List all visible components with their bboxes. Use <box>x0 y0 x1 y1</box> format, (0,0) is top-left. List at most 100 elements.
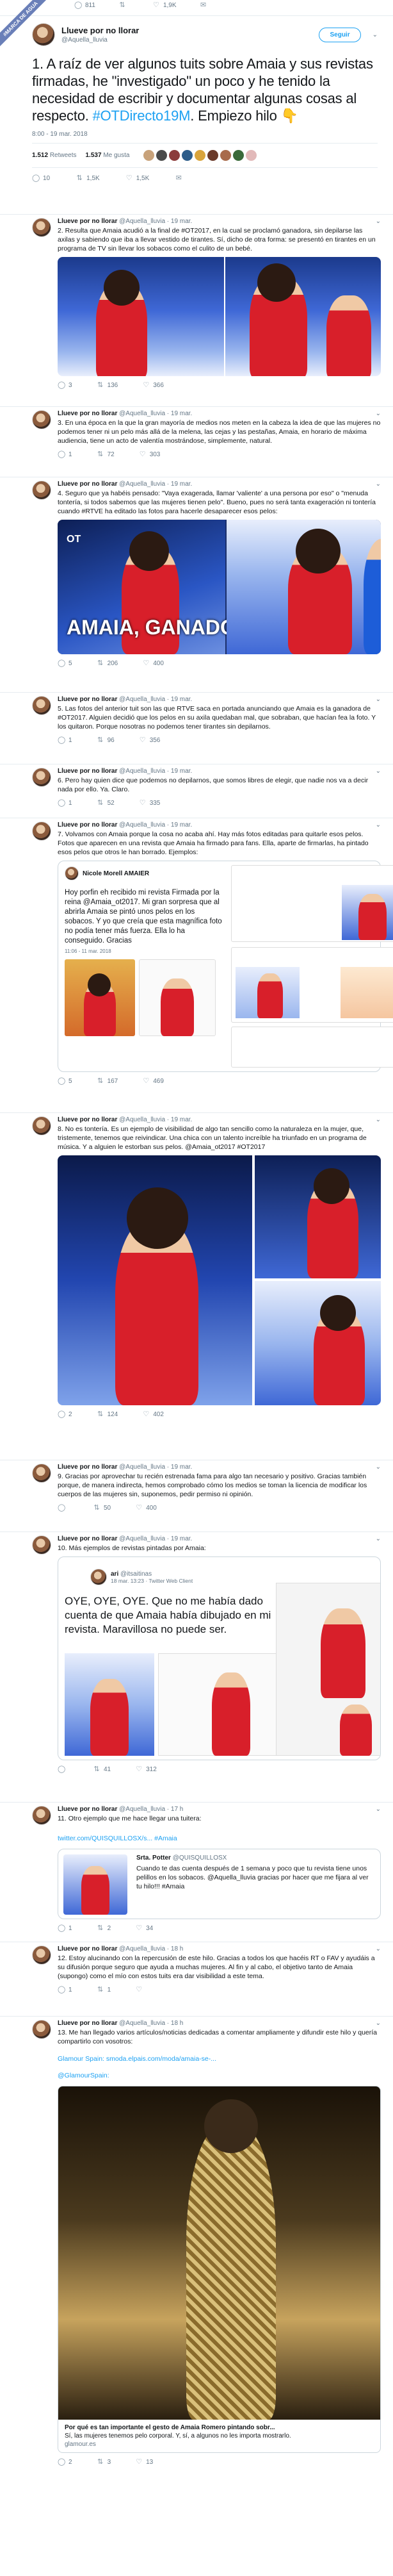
like-button[interactable]: ♡ 1,9K <box>152 1 177 9</box>
chevron-down-icon[interactable]: ⌄ <box>376 768 381 775</box>
quoted-tweet[interactable]: Srta. Potter @QUISQUILLOSX Cuando te das… <box>58 1849 381 1919</box>
tweet-text: 3. En una época en la que la gran mayorí… <box>58 419 381 445</box>
liker-avatars[interactable] <box>143 150 257 161</box>
retweet-button[interactable]: ⇅ 136 <box>97 381 118 389</box>
thread-tweet: Llueve por no llorar @Aquella_lluvia · 1… <box>32 1945 381 1994</box>
retweet-button[interactable]: ⇅ 124 <box>97 1410 118 1418</box>
reply-button[interactable]: ◯ 2 <box>58 2458 72 2466</box>
chevron-down-icon[interactable]: ⌄ <box>376 481 381 488</box>
retweet-button[interactable]: ⇅ 1,5K <box>76 174 100 182</box>
retweet-button[interactable]: ⇅ 52 <box>97 799 115 807</box>
link-card[interactable]: Por qué es tan importante el gesto de Am… <box>58 2086 381 2453</box>
heart-icon: ♡ <box>143 1410 150 1418</box>
like-button[interactable]: ♡ 402 <box>142 1410 164 1418</box>
avatar[interactable] <box>32 1535 51 1555</box>
retweet-button[interactable]: ⇅ 2 <box>97 1924 111 1932</box>
tweet-actions: ◯ 3 ⇅ 136 ♡ 366 <box>58 381 381 389</box>
like-button[interactable]: ♡ 400 <box>142 659 164 667</box>
follow-button[interactable]: Seguir <box>319 27 361 42</box>
chevron-down-icon[interactable]: ⌄ <box>373 31 378 38</box>
reply-button[interactable]: ◯ 1 <box>58 1924 72 1932</box>
like-button[interactable]: ♡ 366 <box>142 381 164 389</box>
chevron-down-icon[interactable]: ⌄ <box>376 218 381 225</box>
avatar[interactable] <box>32 768 51 787</box>
retweet-button[interactable]: ⇅ 96 <box>97 736 115 744</box>
like-button[interactable]: ♡ 312 <box>135 1765 157 1773</box>
author-name[interactable]: Llueve por no llorar <box>61 26 139 35</box>
chevron-down-icon[interactable]: ⌄ <box>376 822 381 829</box>
dm-button[interactable]: ✉ <box>200 1 207 9</box>
like-button[interactable]: ♡ 356 <box>139 736 161 744</box>
avatar[interactable] <box>32 1806 51 1825</box>
tweet-stats: 1.512 Retweets 1.537 Me gusta <box>32 144 378 168</box>
avatar[interactable] <box>32 23 55 46</box>
tweet-photo[interactable] <box>58 257 381 376</box>
tweet-date: 8:00 - 19 mar. 2018 <box>32 131 378 144</box>
reply-button[interactable]: ◯ 1 <box>58 450 72 458</box>
like-count[interactable]: 1.537 Me gusta <box>86 152 130 159</box>
chevron-down-icon[interactable]: ⌄ <box>376 1945 381 1953</box>
like-button[interactable]: ♡ 400 <box>135 1504 157 1512</box>
avatar[interactable] <box>32 696 51 715</box>
avatar[interactable] <box>32 481 51 500</box>
retweet-button[interactable]: ⇅ 41 <box>93 1765 111 1773</box>
avatar[interactable] <box>32 2020 51 2039</box>
tweet-link[interactable]: @GlamourSpain: <box>58 2072 381 2079</box>
reply-button[interactable]: ◯ <box>58 1504 68 1512</box>
retweet-button[interactable]: ⇅ 206 <box>97 659 118 667</box>
tweet-link[interactable]: twitter.com/QUISQUILLOSX/s... #Amaia <box>58 1835 381 1842</box>
like-button[interactable]: ♡ 335 <box>139 799 161 807</box>
retweet-button[interactable]: ⇅ <box>118 1 129 9</box>
quoted-tweet[interactable]: Nicole Morell AMAIER Hoy porfin eh recib… <box>58 861 393 1072</box>
reply-button[interactable]: ◯ 5 <box>58 659 72 667</box>
tweet-photo[interactable]: OT AMAIA, GANADOR <box>58 520 381 654</box>
retweet-icon: ⇅ <box>97 450 104 458</box>
dm-button[interactable]: ✉ <box>175 174 182 182</box>
retweet-icon: ⇅ <box>97 799 104 807</box>
avatar[interactable] <box>32 822 51 841</box>
chevron-down-icon[interactable]: ⌄ <box>376 2020 381 2027</box>
tweet-link[interactable]: Glamour Spain: smoda.elpais.com/moda/ama… <box>58 2055 381 2063</box>
reply-button[interactable]: ◯ 10 <box>32 174 50 182</box>
chevron-down-icon[interactable]: ⌄ <box>376 1806 381 1813</box>
chevron-down-icon[interactable]: ⌄ <box>376 1116 381 1123</box>
avatar[interactable] <box>32 218 51 237</box>
chevron-down-icon[interactable]: ⌄ <box>376 410 381 417</box>
tweet-photo[interactable] <box>58 1155 381 1405</box>
chevron-down-icon[interactable]: ⌄ <box>376 696 381 703</box>
reply-button[interactable]: ◯ <box>58 1765 68 1773</box>
reply-button[interactable]: ◯ 1 <box>58 1986 72 1994</box>
retweet-button[interactable]: ⇅ 50 <box>93 1504 111 1512</box>
reply-button[interactable]: ◯ 1 <box>58 799 72 807</box>
reply-button[interactable]: ◯ 3 <box>58 381 72 389</box>
like-button[interactable]: ♡ 1,5K <box>125 174 150 182</box>
retweet-button[interactable]: ⇅ 72 <box>97 450 115 458</box>
reply-button[interactable]: ◯ 2 <box>58 1410 72 1418</box>
author-handle[interactable]: @Aquella_lluvia <box>61 37 139 44</box>
retweet-button[interactable]: ⇅ 3 <box>97 2458 111 2466</box>
retweet-count[interactable]: 1.512 Retweets <box>32 152 77 159</box>
author-name[interactable]: Llueve por no llorar <box>58 218 117 225</box>
quoted-tweet[interactable]: ari @itsaitinas 18 mar. 13:23 · Twitter … <box>58 1556 381 1760</box>
heart-icon: ♡ <box>136 1504 143 1512</box>
chevron-down-icon[interactable]: ⌄ <box>376 1535 381 1542</box>
avatar[interactable] <box>32 1464 51 1483</box>
retweet-button[interactable]: ⇅ 1 <box>97 1986 111 1994</box>
reply-button[interactable]: ◯ 5 <box>58 1077 72 1085</box>
like-button[interactable]: ♡ <box>135 1986 146 1994</box>
avatar[interactable] <box>32 410 51 429</box>
author-handle[interactable]: @Aquella_lluvia · 19 mar. <box>119 218 192 225</box>
like-button[interactable]: ♡ 303 <box>139 450 161 458</box>
reply-button[interactable]: ◯ 811 <box>74 1 95 9</box>
like-button[interactable]: ♡ 34 <box>135 1924 153 1932</box>
reply-button[interactable]: ◯ 1 <box>58 736 72 744</box>
tweet-text: 6. Pero hay quien dice que podemos no de… <box>58 777 369 793</box>
like-button[interactable]: ♡ 13 <box>135 2458 153 2466</box>
retweet-button[interactable]: ⇅ 167 <box>97 1077 118 1085</box>
heart-icon: ♡ <box>139 799 146 807</box>
avatar[interactable] <box>32 1116 51 1135</box>
avatar[interactable] <box>32 1945 51 1965</box>
like-button[interactable]: ♡ 469 <box>142 1077 164 1085</box>
chevron-down-icon[interactable]: ⌄ <box>376 1464 381 1471</box>
hashtag-link[interactable]: #OTDirecto19M <box>93 108 191 124</box>
